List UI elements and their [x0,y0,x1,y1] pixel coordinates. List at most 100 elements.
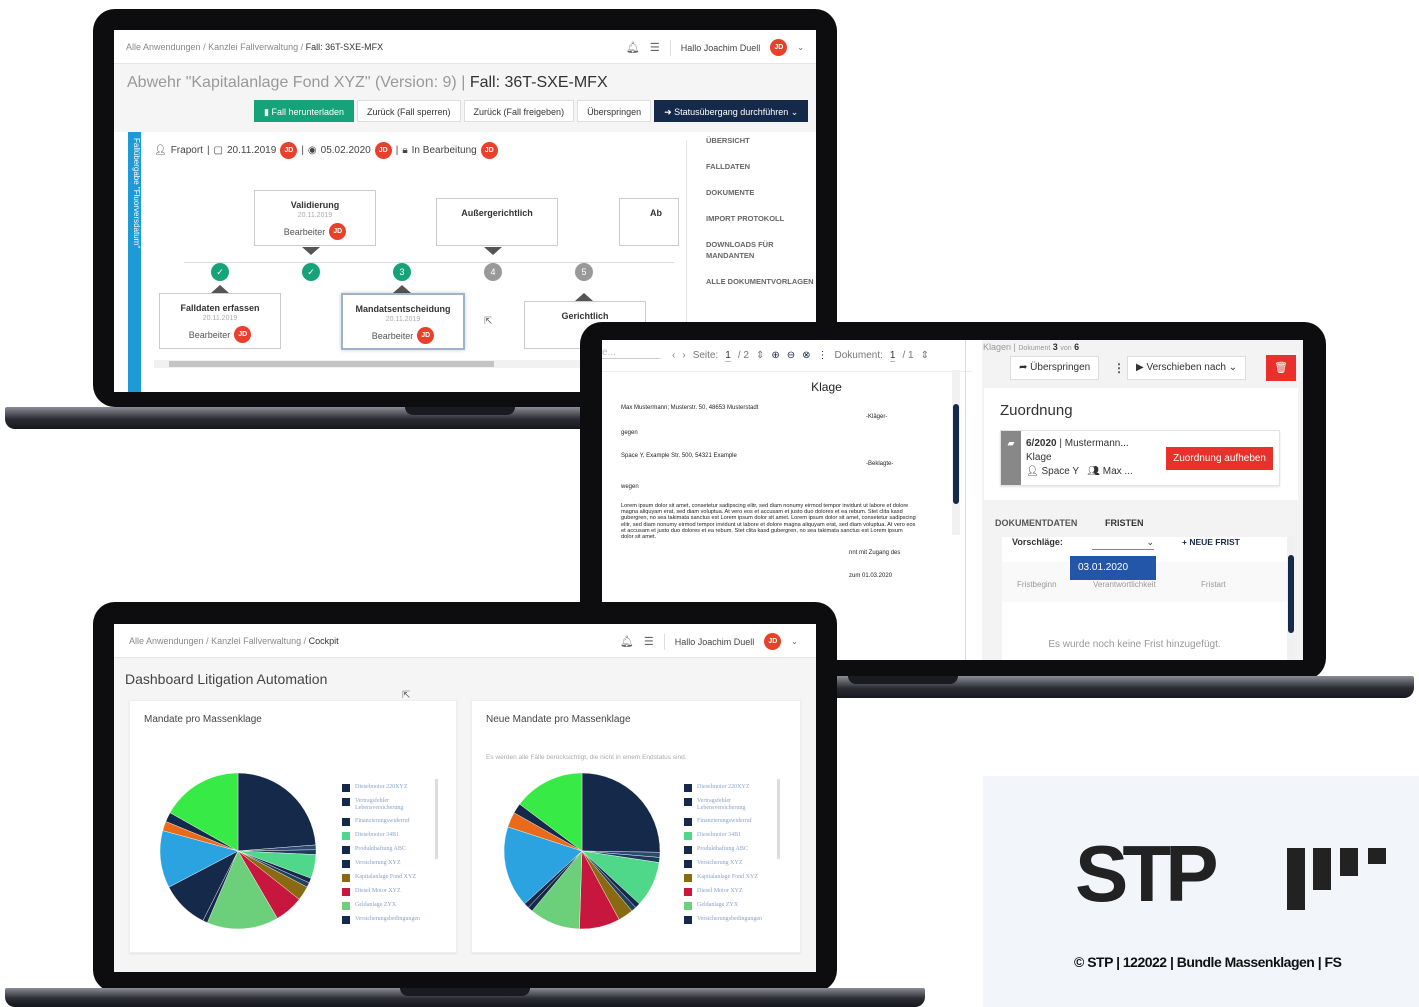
scroll-thumb[interactable] [953,404,959,504]
legend-swatch [342,798,350,806]
stage-card-data-entry[interactable]: Falldaten erfassen 20.11.2019 Bearbeiter… [159,293,281,349]
stage-card-validation[interactable]: Validierung 20.11.2019 Bearbeiter JD [254,190,376,246]
timeline-node-4[interactable]: 4 [484,263,502,281]
chevron-right-icon[interactable]: › [682,350,685,361]
nav-import-log[interactable]: IMPORT PROTOKOLL [706,213,816,224]
nav-templates[interactable]: ALLE DOKUMENTVORLAGEN [706,276,816,287]
legend-item[interactable]: Produkthaftung ABC [342,846,432,854]
assigned-case[interactable]: ▰ 6/2020 | Mustermann... Klage 👤︎ Space … [1000,430,1280,486]
breadcrumb-item[interactable]: Alle Anwendungen [129,636,204,646]
laptop-notch [848,676,958,684]
suggestion-option[interactable]: 03.01.2020 [1070,556,1156,580]
avatar[interactable]: JD [770,39,788,56]
legend-item[interactable]: Diesel Motor XYZ [342,888,432,896]
counter-mid: von [1060,345,1072,352]
legend-item[interactable]: Vertragsfehler Lebensversicherung [684,798,774,812]
legend-item[interactable]: Versicherungsbedingungen [342,916,432,924]
new-deadline-button[interactable]: + NEUE FRIST [1182,537,1240,547]
chevron-down-icon[interactable]: ⌄ [791,637,798,646]
delete-icon[interactable]: 🗑︎ [1266,355,1296,381]
logo-bar [1368,848,1386,864]
doc-input[interactable]: 1 [889,350,896,362]
timeline-node-5[interactable]: 5 [575,263,593,281]
breadcrumb-item[interactable]: Kanzlei Fallverwaltung [208,42,298,52]
move-to-button[interactable]: ▶ Verschieben nach ⌄ [1127,356,1247,380]
timeline-node-2[interactable]: ✓ [302,263,320,281]
defendant: Space Y, Example Str. 500, 54321 Example [621,453,737,459]
stage-card-partial[interactable]: Ab [619,198,679,246]
zoom-in-icon[interactable]: ⊕ [771,350,779,361]
task-list-icon[interactable]: ☰ [644,635,654,648]
skip-button[interactable]: Überspringen [577,100,652,122]
stage-card-mandate-decision[interactable]: Mandatsentscheidung 20.11.2019 Bearbeite… [341,293,465,350]
legend-scrollbar[interactable] [435,779,438,859]
scroll-thumb[interactable] [1288,555,1294,633]
pie-chart-new-mandates[interactable] [502,771,662,931]
legend-item[interactable]: Dieselmotor 220XYZ [684,784,774,792]
timeline-node-3[interactable]: 3 [393,263,411,281]
legend-item[interactable]: Dieselmotor 34B1 [684,832,774,840]
task-list-icon[interactable]: ☰ [650,41,660,54]
more-icon[interactable]: ⋮ [1113,361,1125,375]
action-buttons: ▮ Fall herunterladen Zurück (Fall sperre… [254,100,809,122]
nav-documents[interactable]: DOKUMENTE [706,187,816,198]
legend-item[interactable]: Versicherungsbedingungen [684,916,774,924]
avatar[interactable]: JD [764,633,782,650]
legend-item[interactable]: Kapitalanlage Fond XYZ [684,874,774,882]
panel-scrollbar[interactable] [1287,537,1295,660]
back-release-button[interactable]: Zurück (Fall freigeben) [463,100,575,122]
legend-item[interactable]: Geldanlage ZYX [342,902,432,910]
back-lock-button[interactable]: Zurück (Fall sperren) [357,100,461,122]
legend-item[interactable]: Versicherung XYZ [684,860,774,868]
pie-chart-mandates[interactable] [158,771,318,931]
breadcrumb-item[interactable]: Alle Anwendungen [126,42,201,52]
legend-item[interactable]: Finanzierungswiderruf [684,818,774,826]
unassign-button[interactable]: Zuordnung aufheben [1166,447,1273,470]
breadcrumb-item[interactable]: Kanzlei Fallverwaltung [211,636,301,646]
page-input[interactable]: 1 [725,350,731,362]
legend-item[interactable]: Geldanlage ZYX [684,902,774,910]
timeline-node-1[interactable]: ✓ [211,263,229,281]
bell-icon[interactable]: 🔔︎ [620,635,634,648]
legend-item[interactable]: Finanzierungswiderruf [342,818,432,826]
pointer-icon [211,285,229,293]
nav-client-downloads[interactable]: DOWNLOADS FÜR MANDANTEN [706,239,816,261]
legend-item[interactable]: Versicherung XYZ [342,860,432,868]
doc-stepper-icon[interactable]: ⇕ [921,350,929,361]
created-date: 20.11.2019 [227,145,277,156]
stage-card-out-of-court[interactable]: Außergerichtlich [436,198,558,246]
user-greeting[interactable]: Hallo Joachim Duell [675,637,755,647]
pie-slice-0[interactable] [237,772,316,852]
nav-overview[interactable]: ÜBERSICHT [706,135,816,146]
legend-scrollbar[interactable] [777,779,780,859]
document-scrollbar[interactable] [952,370,960,535]
close-icon[interactable]: ⊗ [802,350,810,361]
chevron-down-icon[interactable]: ⌄ [797,43,804,52]
legend-item[interactable]: Vertragsfehler Lebensversicherung [342,798,432,812]
zoom-out-icon[interactable]: ⊖ [787,350,795,361]
tab-document-data[interactable]: DOKUMENTDATEN [995,518,1077,528]
tab-deadlines[interactable]: FRISTEN [1105,518,1144,528]
legend-item[interactable]: Diesel Motor XYZ [684,888,774,896]
avatar: JD [374,142,392,159]
status-transition-button[interactable]: ➜ Statusübergang durchführen ⌄ [654,100,809,122]
search-input[interactable]: e... [602,347,660,359]
scroll-thumb[interactable] [169,361,494,367]
chevron-left-icon[interactable]: ‹ [672,350,675,361]
suggestions-select[interactable]: ⌄ [1092,537,1154,550]
page-stepper-icon[interactable]: ⇕ [756,350,764,361]
nav-case-data[interactable]: FALLDATEN [706,161,816,172]
legend-item[interactable]: Dieselmotor 34B1 [342,832,432,840]
legend-swatch [684,916,692,924]
pie-slice-0[interactable] [581,772,661,853]
legend-item[interactable]: Produkthaftung ABC [684,846,774,854]
bell-icon[interactable]: 🔔︎ [626,41,640,54]
legend-item[interactable]: Kapitalanlage Fond XYZ [342,874,432,882]
more-icon[interactable]: ⋮ [818,350,828,361]
user-greeting[interactable]: Hallo Joachim Duell [681,43,761,53]
skip-button[interactable]: ➦ Überspringen [1010,356,1100,380]
case-handover-strip[interactable]: Fallübergabe "Fluorversdatum" [128,132,141,392]
splitter[interactable] [965,340,966,660]
legend-item[interactable]: Dieselmotor 220XYZ [342,784,432,792]
download-case-button[interactable]: ▮ Fall herunterladen [254,100,354,122]
